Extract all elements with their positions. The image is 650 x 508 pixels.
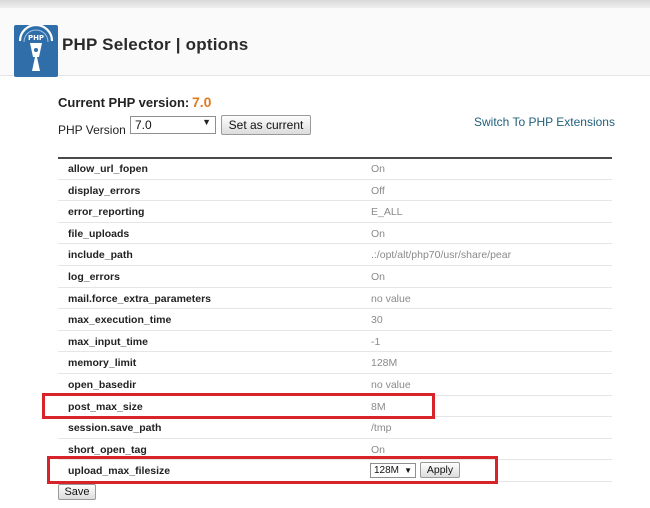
option-row-max-execution-time: max_execution_time 30 bbox=[58, 309, 612, 331]
option-row-max-input-time: max_input_time -1 bbox=[58, 331, 612, 353]
option-value[interactable]: On bbox=[371, 228, 385, 240]
option-value[interactable]: 30 bbox=[371, 314, 383, 326]
option-key: mail.force_extra_parameters bbox=[68, 292, 212, 305]
option-key: memory_limit bbox=[68, 357, 137, 370]
option-key: open_basedir bbox=[68, 379, 137, 391]
current-version-label: Current PHP version: bbox=[58, 95, 190, 110]
post-max-size-highlight bbox=[42, 393, 435, 419]
option-row-mail-force-extra-parameters: mail.force_extra_parameters no value bbox=[58, 288, 612, 310]
option-row-error-reporting: error_reporting E_ALL bbox=[58, 201, 612, 223]
option-key: session.save_path bbox=[68, 422, 162, 435]
page-title: PHP Selector | options bbox=[62, 35, 249, 54]
option-key: display_errors bbox=[68, 184, 141, 197]
option-row-include-path: include_path .:/opt/alt/php70/usr/share/p… bbox=[58, 244, 612, 266]
upload-max-filesize-highlight bbox=[47, 456, 498, 484]
option-value[interactable]: .:/opt/alt/php70/usr/share/pear bbox=[371, 249, 511, 261]
option-value[interactable]: no value bbox=[371, 379, 411, 391]
option-key: max_execution_time bbox=[68, 314, 172, 327]
page-header: PHP PHP Selector | options bbox=[0, 8, 650, 77]
option-value[interactable]: -1 bbox=[371, 336, 380, 348]
switch-to-extensions-link[interactable]: Switch To PHP Extensions bbox=[474, 115, 615, 129]
option-key: max_input_time bbox=[68, 335, 148, 348]
dropdown-arrow-icon: ▼ bbox=[202, 117, 211, 127]
option-value[interactable]: E_ALL bbox=[371, 206, 403, 218]
option-row-display-errors: display_errors Off bbox=[58, 180, 612, 202]
save-button[interactable]: Save bbox=[58, 484, 96, 500]
php-selector-logo-icon: PHP bbox=[14, 25, 58, 77]
option-key: error_reporting bbox=[68, 206, 145, 219]
php-version-select[interactable]: 7.0 ▼ bbox=[130, 116, 216, 134]
option-row-memory-limit: memory_limit 128M bbox=[58, 352, 612, 374]
option-row-file-uploads: file_uploads On bbox=[58, 223, 612, 245]
option-value[interactable]: On bbox=[371, 444, 385, 456]
option-row-session-save-path: session.save_path/tmp bbox=[58, 417, 612, 439]
option-key: short_open_tag bbox=[68, 443, 147, 456]
option-key: log_errors bbox=[68, 271, 120, 283]
php-version-selected: 7.0 bbox=[135, 118, 152, 132]
option-value[interactable]: /tmp bbox=[371, 422, 391, 434]
option-key: include_path bbox=[68, 249, 133, 262]
option-key: file_uploads bbox=[68, 227, 130, 240]
option-key: allow_url_fopen bbox=[68, 163, 148, 175]
php-version-label: PHP Version bbox=[58, 123, 126, 137]
option-row-log-errors: log_errors On bbox=[58, 266, 612, 288]
current-version-value: 7.0 bbox=[192, 94, 212, 110]
top-bar bbox=[0, 0, 650, 8]
option-value[interactable]: 128M bbox=[371, 357, 397, 369]
option-row-allow-url-fopen: allow_url_fopen On bbox=[58, 158, 612, 180]
option-value[interactable]: Off bbox=[371, 185, 385, 197]
option-value[interactable]: no value bbox=[371, 293, 411, 305]
option-value[interactable]: On bbox=[371, 163, 385, 175]
svg-text:PHP: PHP bbox=[28, 34, 44, 42]
set-as-current-button[interactable]: Set as current bbox=[221, 115, 311, 135]
option-value[interactable]: On bbox=[371, 271, 385, 283]
